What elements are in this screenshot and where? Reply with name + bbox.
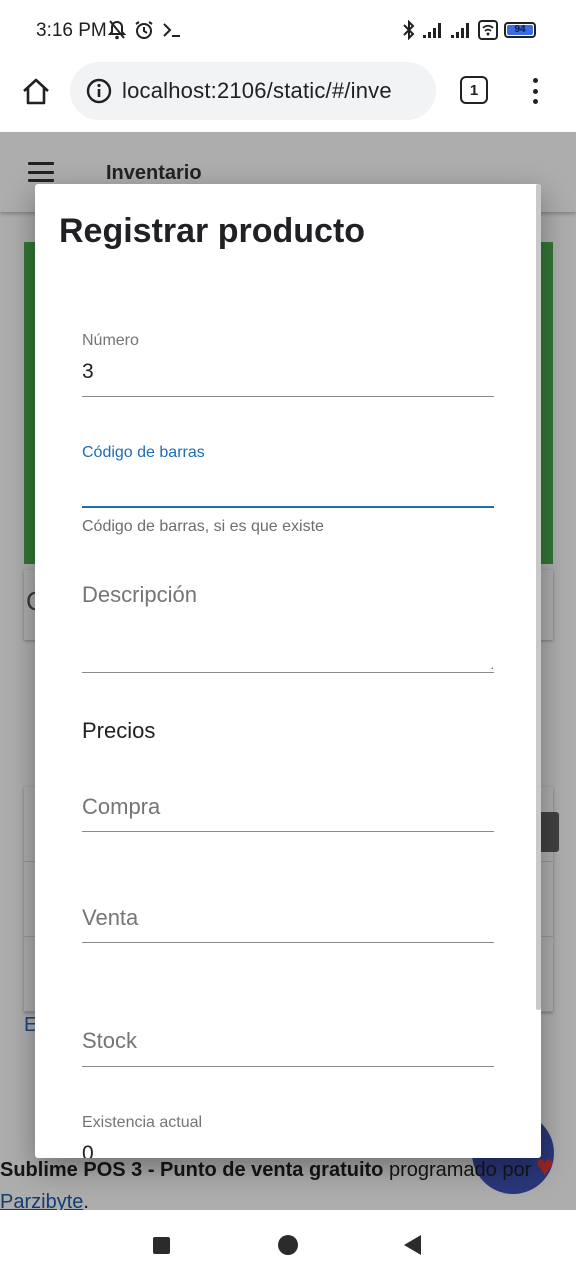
home-nav-button[interactable] xyxy=(278,1235,298,1255)
bluetooth-icon xyxy=(403,20,415,40)
menu-dot-icon xyxy=(532,88,538,94)
wifi-icon xyxy=(478,20,498,40)
status-left-icons xyxy=(108,20,182,40)
purchase-price-field[interactable]: Compra xyxy=(82,794,494,834)
home-icon xyxy=(23,78,49,105)
sale-price-input[interactable]: Venta xyxy=(82,905,494,931)
tab-switcher-button[interactable]: 1 xyxy=(460,76,492,106)
numero-field[interactable]: Número 3 xyxy=(82,332,494,398)
home-button[interactable] xyxy=(18,74,54,110)
status-time: 3:16 PM xyxy=(36,20,107,41)
numero-label: Número xyxy=(82,332,139,349)
barcode-label: Código de barras xyxy=(82,444,205,461)
purchase-price-input[interactable]: Compra xyxy=(82,794,494,820)
address-bar[interactable]: localhost:2106/static/#/inve xyxy=(70,62,436,120)
prices-section-title: Precios xyxy=(82,718,156,743)
url-text[interactable]: localhost:2106/static/#/inve xyxy=(122,78,392,104)
browser-toolbar: localhost:2106/static/#/inve 1 xyxy=(0,62,576,132)
barcode-field[interactable]: Código de barras Código de barras, si es… xyxy=(82,444,494,544)
menu-dot-icon xyxy=(532,78,538,83)
status-right-icons: 94 xyxy=(402,20,536,40)
signal-icon xyxy=(451,23,469,38)
alarm-icon xyxy=(135,21,153,39)
browser-menu-button[interactable] xyxy=(522,76,548,106)
sale-price-field[interactable]: Venta xyxy=(82,905,494,945)
description-underline xyxy=(82,672,494,673)
barcode-underline xyxy=(82,506,494,508)
status-bar: 3:16 PM 94 xyxy=(0,0,576,62)
current-stock-label: Existencia actual xyxy=(82,1114,203,1131)
info-icon[interactable] xyxy=(86,78,112,104)
numero-underline xyxy=(82,396,494,397)
purchase-price-underline xyxy=(82,831,494,832)
stock-input[interactable]: Stock xyxy=(82,1028,494,1054)
recents-button[interactable] xyxy=(153,1237,170,1254)
register-product-dialog: Registrar producto Número 3 Código de ba… xyxy=(35,184,541,1158)
terminal-icon xyxy=(163,23,180,37)
menu-dot-icon xyxy=(532,99,538,104)
back-button[interactable] xyxy=(404,1235,421,1255)
current-stock-input[interactable]: 0 xyxy=(82,1142,494,1158)
description-field[interactable]: Descripción . xyxy=(82,582,494,674)
battery-level: 94 xyxy=(514,24,526,35)
screen: 3:16 PM 94 localhost:2106/static/#/inve xyxy=(0,0,576,1280)
battery-icon: 94 xyxy=(504,22,536,38)
sale-price-underline xyxy=(82,942,494,943)
signal-icon xyxy=(423,23,441,38)
numero-input[interactable]: 3 xyxy=(82,360,494,384)
barcode-hint: Código de barras, si es que existe xyxy=(82,518,324,535)
system-nav-bar xyxy=(0,1210,576,1280)
stock-field[interactable]: Stock xyxy=(82,1028,494,1068)
dialog-scrollbar[interactable] xyxy=(536,184,541,1010)
stock-underline xyxy=(82,1066,494,1067)
dialog-title: Registrar producto xyxy=(59,212,366,250)
bell-off-icon xyxy=(108,20,126,40)
description-textarea[interactable]: Descripción xyxy=(82,582,494,608)
tab-count: 1 xyxy=(460,76,488,104)
resize-handle-icon[interactable]: . xyxy=(491,658,494,672)
current-stock-field[interactable]: Existencia actual 0 xyxy=(82,1114,494,1158)
